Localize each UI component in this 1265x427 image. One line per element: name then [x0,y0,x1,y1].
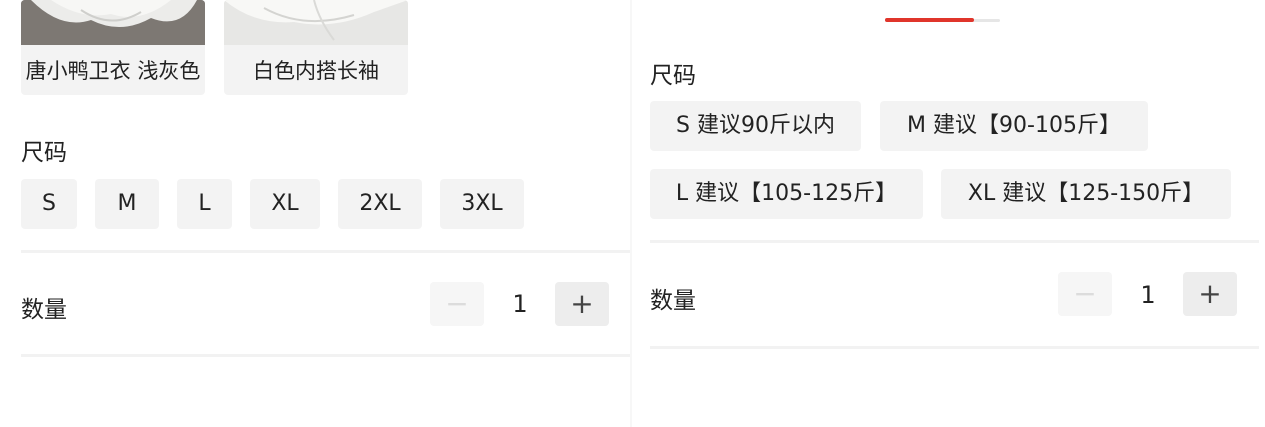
right-product-options-panel: 尺码 S 建议90斤以内 M 建议【90-105斤】 L 建议【105-125斤… [632,0,1265,427]
size-option-l[interactable]: L [177,179,232,229]
section-divider [21,354,630,357]
size-option-3xl[interactable]: 3XL [440,179,524,229]
size-option-m[interactable]: M [95,179,159,229]
quantity-decrease-button[interactable]: − [430,282,484,326]
section-divider [650,240,1259,243]
quantity-value: 1 [1140,281,1156,309]
product-photo-hoodie [21,0,205,45]
size-option-m-recommendation[interactable]: M 建议【90-105斤】 [880,101,1148,151]
size-option-l-recommendation[interactable]: L 建议【105-125斤】 [650,169,923,219]
long-sleeve-photo-image [224,0,408,45]
quantity-label: 数量 [21,297,67,323]
color-option-label: 唐小鸭卫衣 浅灰色 [25,59,201,83]
minus-icon: − [1073,277,1097,310]
quantity-label: 数量 [650,288,696,314]
left-product-options-panel: 唐小鸭卫衣 浅灰色 白色内搭长袖 尺码 S M L XL 2XL 3XL 数量 … [0,0,632,427]
size-section-title: 尺码 [650,63,696,89]
size-option-s[interactable]: S [21,179,77,229]
carousel-indicator-active [885,18,974,22]
minus-icon: − [445,287,469,320]
section-divider [650,346,1259,349]
plus-icon: + [1198,277,1222,310]
product-photo-long-sleeve [224,0,408,45]
size-option-s-recommendation[interactable]: S 建议90斤以内 [650,101,861,151]
quantity-value: 1 [512,290,528,318]
size-section-title: 尺码 [21,140,67,166]
plus-icon: + [570,287,594,320]
color-option-label: 白色内搭长袖 [253,59,379,83]
quantity-increase-button[interactable]: + [555,282,609,326]
size-option-2xl[interactable]: 2XL [338,179,422,229]
section-divider [21,250,630,253]
size-option-xl[interactable]: XL [250,179,320,229]
quantity-decrease-button[interactable]: − [1058,272,1112,316]
hoodie-photo-image [21,0,205,45]
quantity-increase-button[interactable]: + [1183,272,1237,316]
size-option-xl-recommendation[interactable]: XL 建议【125-150斤】 [941,169,1231,219]
color-option-light-gray-hoodie[interactable]: 唐小鸭卫衣 浅灰色 [21,0,205,95]
color-option-white-long-sleeve[interactable]: 白色内搭长袖 [224,0,408,95]
